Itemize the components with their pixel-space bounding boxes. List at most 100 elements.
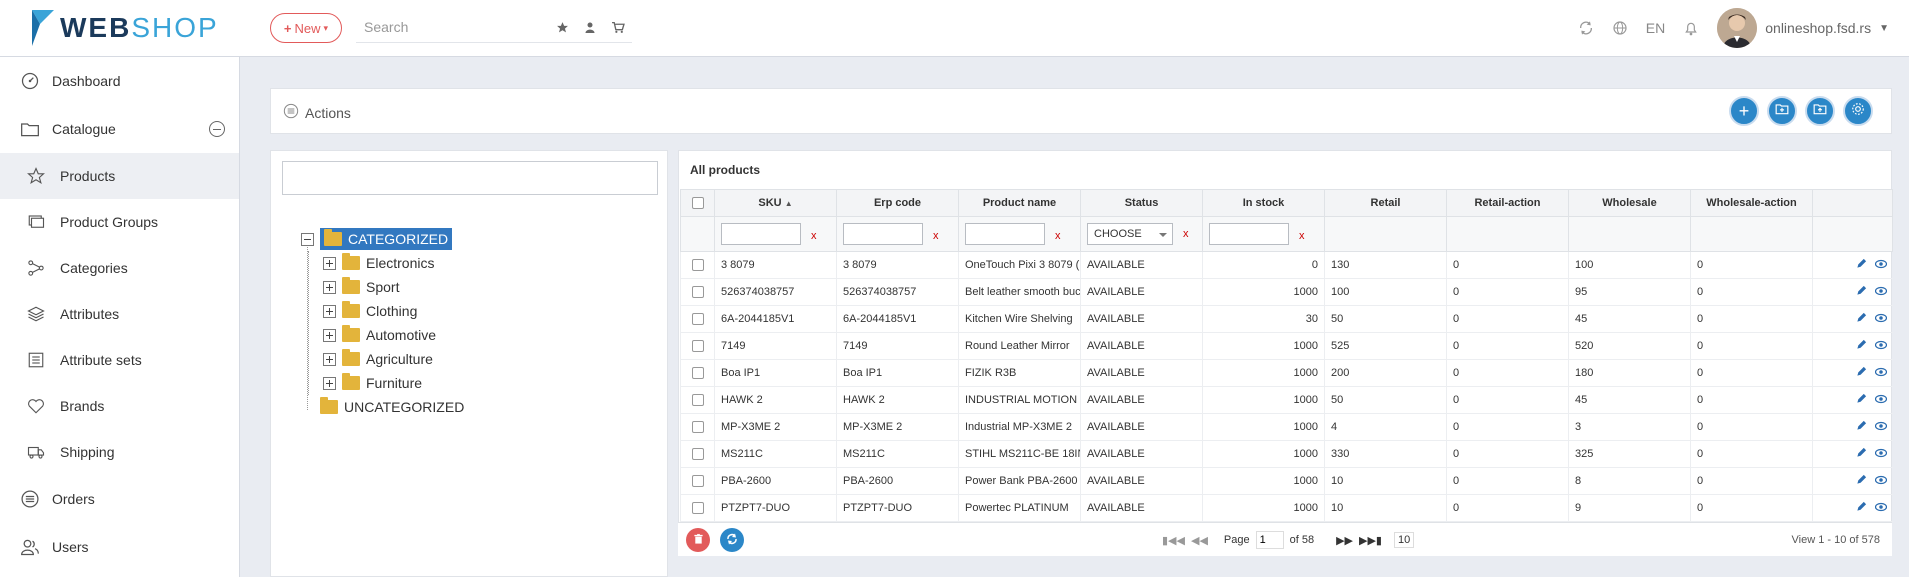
tree-node-uncategorized[interactable]: UNCATEGORIZED	[301, 395, 464, 419]
expand-node-icon[interactable]	[323, 328, 336, 342]
view-icon[interactable]	[1874, 286, 1887, 299]
expand-node-icon[interactable]	[323, 304, 336, 318]
column-header-status[interactable]: Status	[1080, 189, 1203, 217]
sidebar-item-product-groups[interactable]: Product Groups	[0, 199, 239, 245]
table-row[interactable]: PBA-2600 PBA-2600 Power Bank PBA-2600 AVAIL…	[680, 467, 1893, 495]
edit-icon[interactable]	[1856, 339, 1867, 353]
table-row[interactable]: 7149 7149 Round Leather Mirror AVAILABLE 100…	[680, 332, 1893, 360]
sidebar-item-dashboard[interactable]: Dashboard	[0, 57, 239, 105]
tree-node-electronics[interactable]: Electronics	[323, 251, 464, 275]
table-row[interactable]: 6A-2044185V1 6A-2044185V1 Kitchen Wire She…	[680, 305, 1893, 333]
sidebar-item-categories[interactable]: Categories	[0, 245, 239, 291]
next-page-icon[interactable]: ▶▶	[1336, 534, 1353, 547]
view-icon[interactable]	[1874, 475, 1887, 488]
row-checkbox[interactable]	[691, 475, 704, 488]
tree-node-automotive[interactable]: Automotive	[323, 323, 464, 347]
table-row[interactable]: Boa IP1 Boa IP1 FIZIK R3B AVAILABLE 1000 200 0…	[680, 359, 1893, 387]
add-product-button[interactable]: +	[1729, 96, 1759, 126]
view-icon[interactable]	[1874, 421, 1887, 434]
table-row[interactable]: HAWK 2 HAWK 2 INDUSTRIAL MOTION S AVAILABLE…	[680, 386, 1893, 414]
table-row[interactable]: 3 8079 3 8079 OneTouch Pixi 3 8079 (1 AVAIL…	[680, 251, 1893, 279]
sidebar-item-products[interactable]: Products	[0, 153, 239, 199]
row-checkbox[interactable]	[691, 448, 704, 461]
edit-icon[interactable]	[1856, 447, 1867, 461]
tree-node-clothing[interactable]: Clothing	[323, 299, 464, 323]
view-icon[interactable]	[1874, 259, 1887, 272]
webshop-logo[interactable]: WEBSHOP	[30, 8, 219, 48]
status-filter-select[interactable]: CHOOSE	[1087, 223, 1173, 245]
reload-button[interactable]	[720, 528, 744, 552]
collapse-node-icon[interactable]	[301, 232, 314, 246]
tree-node-label-selected[interactable]: CATEGORIZED	[320, 228, 453, 250]
expand-node-icon[interactable]	[323, 376, 336, 390]
language-selector[interactable]: EN	[1646, 20, 1665, 36]
sidebar-item-attributes[interactable]: Attributes	[0, 291, 239, 337]
sidebar-item-brands[interactable]: Brands	[0, 383, 239, 429]
clear-name-filter[interactable]: x	[1055, 230, 1061, 242]
refresh-icon[interactable]	[1578, 20, 1594, 36]
page-number-input[interactable]	[1255, 531, 1284, 549]
star-icon[interactable]	[554, 19, 570, 35]
prev-page-icon[interactable]: ◀◀	[1191, 534, 1208, 547]
row-checkbox[interactable]	[691, 502, 704, 515]
sidebar-item-users[interactable]: Users	[0, 523, 239, 571]
import-button[interactable]	[1767, 96, 1797, 126]
first-page-icon[interactable]: ▮◀◀	[1162, 534, 1185, 547]
view-icon[interactable]	[1874, 394, 1887, 407]
tree-node-furniture[interactable]: Furniture	[323, 371, 464, 395]
view-icon[interactable]	[1874, 448, 1887, 461]
sidebar-item-catalogue[interactable]: Catalogue	[0, 105, 239, 153]
expand-node-icon[interactable]	[323, 352, 336, 366]
tree-search-input[interactable]	[282, 161, 658, 195]
sidebar-item-orders[interactable]: Orders	[0, 475, 239, 523]
settings-button[interactable]	[1843, 96, 1873, 126]
table-row[interactable]: 526374038757 526374038757 Belt leather smo…	[680, 278, 1893, 306]
column-header-in-stock[interactable]: In stock	[1202, 189, 1325, 217]
row-checkbox[interactable]	[691, 313, 704, 326]
clear-stock-filter[interactable]: x	[1299, 230, 1305, 242]
row-checkbox[interactable]	[691, 367, 704, 380]
sku-filter-input[interactable]	[721, 223, 801, 245]
tree-node-agriculture[interactable]: Agriculture	[323, 347, 464, 371]
cart-icon[interactable]	[610, 19, 626, 35]
tree-node-sport[interactable]: Sport	[323, 275, 464, 299]
tree-node-categorized[interactable]: CATEGORIZED	[301, 227, 464, 251]
column-header-retail-action[interactable]: Retail-action	[1446, 189, 1569, 217]
column-header-sku[interactable]: SKU ▲	[714, 189, 837, 217]
row-checkbox[interactable]	[691, 286, 704, 299]
edit-icon[interactable]	[1856, 393, 1867, 407]
collapse-icon[interactable]	[209, 121, 225, 137]
stock-filter-input[interactable]	[1209, 223, 1289, 245]
row-checkbox[interactable]	[691, 421, 704, 434]
edit-icon[interactable]	[1856, 474, 1867, 488]
column-header-wholesale[interactable]: Wholesale	[1568, 189, 1691, 217]
row-checkbox[interactable]	[691, 259, 704, 272]
table-row[interactable]: MS211C MS211C STIHL MS211C-BE 18IN AVAILABL…	[680, 440, 1893, 468]
table-row[interactable]: PTZPT7-DUO PTZPT7-DUO Powertec PLATINUM AVA…	[680, 494, 1893, 522]
edit-icon[interactable]	[1856, 501, 1867, 515]
view-icon[interactable]	[1874, 313, 1887, 326]
expand-node-icon[interactable]	[323, 280, 336, 294]
edit-icon[interactable]	[1856, 420, 1867, 434]
column-header-product-name[interactable]: Product name	[958, 189, 1081, 217]
rows-per-page-select[interactable]: 10	[1393, 532, 1415, 548]
edit-icon[interactable]	[1856, 258, 1867, 272]
select-all-checkbox[interactable]	[691, 197, 704, 210]
edit-icon[interactable]	[1856, 312, 1867, 326]
view-icon[interactable]	[1874, 367, 1887, 380]
sidebar-item-attribute-sets[interactable]: Attribute sets	[0, 337, 239, 383]
clear-status-filter[interactable]: x	[1183, 228, 1189, 240]
export-button[interactable]	[1805, 96, 1835, 126]
column-header-erp-code[interactable]: Erp code	[836, 189, 959, 217]
edit-icon[interactable]	[1856, 285, 1867, 299]
clear-sku-filter[interactable]: x	[811, 230, 817, 242]
row-checkbox[interactable]	[691, 340, 704, 353]
view-icon[interactable]	[1874, 340, 1887, 353]
user-menu[interactable]: onlineshop.fsd.rs ▼	[1717, 8, 1889, 48]
edit-icon[interactable]	[1856, 366, 1867, 380]
delete-button[interactable]	[686, 528, 710, 552]
view-icon[interactable]	[1874, 502, 1887, 515]
bell-icon[interactable]	[1683, 20, 1699, 36]
search-input[interactable]	[356, 13, 556, 41]
user-icon[interactable]	[582, 19, 598, 35]
